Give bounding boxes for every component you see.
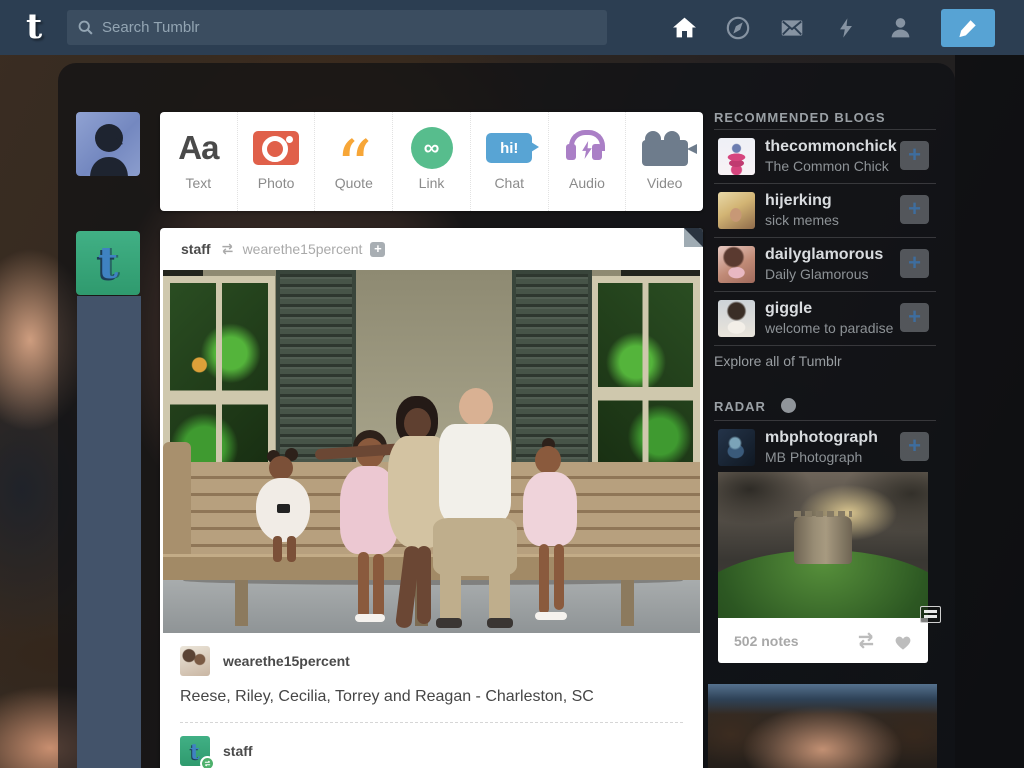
follow-source-button[interactable]: + <box>370 241 386 257</box>
recommended-blog-row: dailyglamorous Daily Glamorous + <box>714 246 936 294</box>
radar-title: RADAR <box>714 399 766 414</box>
person-father <box>459 388 493 426</box>
blog-avatar[interactable] <box>718 246 755 283</box>
reblog-comment-row: t staff <box>180 736 253 768</box>
post-composer-bar: Aa Text Photo “ Quote ∞ Link hi! Chat Au… <box>160 112 703 211</box>
compose-text-button[interactable]: Aa Text <box>160 112 237 211</box>
compose-video-button[interactable]: Video <box>625 112 703 211</box>
post-header: staff wearethe15percent + <box>160 228 703 270</box>
search-input[interactable] <box>102 19 597 36</box>
photo-post-card: staff wearethe15percent + wearethe15perc… <box>160 228 703 768</box>
blog-name[interactable]: thecommonchick <box>765 138 897 156</box>
tumblr-logo[interactable]: t <box>26 6 60 47</box>
caption-author-name[interactable]: wearethe15percent <box>223 653 350 669</box>
blog-description: Daily Glamorous <box>765 266 869 282</box>
search-icon <box>78 20 93 35</box>
compose-chat-button[interactable]: hi! Chat <box>469 112 548 211</box>
notes-count[interactable]: 502 notes <box>734 633 854 649</box>
nav-icon-group <box>671 0 995 55</box>
reblog-arrows-icon <box>219 242 236 256</box>
right-dark-overlay <box>955 55 1024 768</box>
person-girl-right <box>535 446 561 474</box>
search-bar[interactable] <box>67 10 607 45</box>
compose-link-button[interactable]: ∞ Link <box>392 112 470 211</box>
reblog-commenter-name[interactable]: staff <box>223 743 253 759</box>
blog-description: welcome to paradise <box>765 320 894 336</box>
reblog-button[interactable] <box>854 631 878 650</box>
stone-tower <box>794 511 852 564</box>
blog-name[interactable]: giggle <box>765 300 812 318</box>
blog-name[interactable]: mbphotograph <box>765 429 878 447</box>
tumblr-dashboard: t Search Tumblr t Aa Text Photo “ Quote … <box>0 0 1024 768</box>
tumblr-t-glyph: t <box>97 237 119 289</box>
person-icon[interactable] <box>887 15 913 41</box>
movie-camera-icon <box>641 131 688 166</box>
headphones-icon <box>565 127 608 169</box>
text-post-icon: Aa <box>178 129 219 166</box>
compose-photo-button[interactable]: Photo <box>236 112 315 211</box>
follow-blog-button[interactable]: + <box>900 303 929 332</box>
radar-blog-row: mbphotograph MB Photograph + <box>714 429 936 477</box>
recommended-blogs-title: RECOMMENDED BLOGS <box>714 110 886 125</box>
blog-avatar[interactable] <box>718 429 755 466</box>
camera-icon <box>253 131 300 165</box>
chat-bubble-icon: hi! <box>486 133 540 163</box>
compose-audio-button[interactable]: Audio <box>547 112 626 211</box>
recommended-blog-row: hijerking sick memes + <box>714 192 936 240</box>
blog-description: sick memes <box>765 212 839 228</box>
follow-blog-button[interactable]: + <box>900 249 929 278</box>
radar-next-photo[interactable] <box>708 684 937 768</box>
radar-photo-castle-on-hill[interactable] <box>718 472 928 618</box>
compose-quote-button[interactable]: “ Quote <box>314 112 392 211</box>
post-caption: Reese, Riley, Cecilia, Torrey and Reagan… <box>180 688 594 705</box>
silhouette-icon <box>90 124 128 176</box>
blog-name[interactable]: dailyglamorous <box>765 246 883 264</box>
follow-blog-button[interactable]: + <box>900 195 929 224</box>
reblog-badge-icon <box>200 756 215 768</box>
caption-author-row: wearethe15percent <box>180 646 350 676</box>
blog-avatar[interactable] <box>718 138 755 175</box>
envelope-icon[interactable] <box>779 15 805 41</box>
home-icon[interactable] <box>671 15 697 41</box>
radar-notes-bar: 502 notes <box>718 618 928 663</box>
blog-avatar[interactable] <box>718 192 755 229</box>
blog-description: MB Photograph <box>765 449 863 465</box>
post-photo-family-on-bench[interactable] <box>163 270 700 633</box>
radar-sponsor-dot <box>781 398 796 413</box>
staff-avatar-small[interactable]: t <box>180 736 215 768</box>
blog-description: The Common Chick <box>765 158 889 174</box>
caption-author-avatar[interactable] <box>180 646 210 676</box>
compass-icon[interactable] <box>725 15 751 41</box>
follow-blog-button[interactable]: + <box>900 141 929 170</box>
person-mother <box>404 408 431 439</box>
post-source-blog[interactable]: wearethe15percent <box>243 241 363 257</box>
post-reblogger-name[interactable]: staff <box>181 241 211 257</box>
quote-icon: “ <box>335 125 373 171</box>
blog-name[interactable]: hijerking <box>765 192 832 210</box>
lightning-icon[interactable] <box>833 15 859 41</box>
recommended-blog-row: giggle welcome to paradise + <box>714 300 936 348</box>
like-heart-button[interactable] <box>892 631 914 651</box>
staff-blog-avatar[interactable]: t <box>76 231 140 295</box>
caption-divider <box>180 722 683 723</box>
compose-post-button[interactable] <box>941 8 995 47</box>
left-avatar-column <box>77 296 141 768</box>
pencil-icon <box>959 19 976 37</box>
blog-avatar[interactable] <box>718 300 755 337</box>
explore-all-link[interactable]: Explore all of Tumblr <box>714 353 842 369</box>
follow-blog-button[interactable]: + <box>900 432 929 461</box>
keyboard-shortcut-icon[interactable] <box>920 606 941 623</box>
link-icon: ∞ <box>410 127 453 169</box>
top-nav: t <box>0 0 1024 55</box>
person-toddler <box>269 456 293 480</box>
recommended-blog-row: thecommonchick The Common Chick + <box>714 138 936 186</box>
user-avatar-default[interactable] <box>76 112 140 176</box>
